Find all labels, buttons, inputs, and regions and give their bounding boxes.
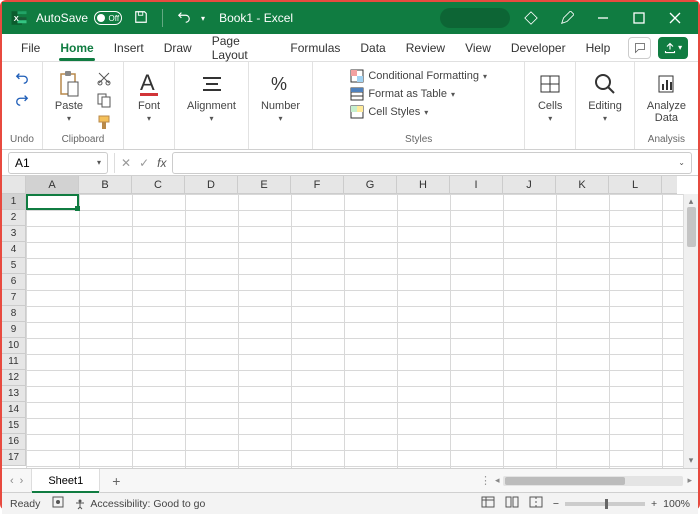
row-headers[interactable]: 1 2 3 4 5 6 7 8 9 10 11 12 13 14 15 16 1… xyxy=(2,194,26,468)
editing-group-button[interactable]: Editing▾ xyxy=(584,68,626,126)
tab-file[interactable]: File xyxy=(12,34,49,62)
title-bar: X AutoSave Off ▾ Book1 - Excel xyxy=(2,2,698,34)
copy-button[interactable] xyxy=(93,90,115,110)
group-clipboard-label: Clipboard xyxy=(62,134,105,148)
autosave-toggle[interactable]: AutoSave Off xyxy=(36,11,122,25)
cut-button[interactable] xyxy=(93,68,115,88)
zoom-in-icon[interactable]: + xyxy=(651,498,657,510)
vertical-scrollbar[interactable]: ▴▾ xyxy=(683,194,698,468)
zoom-out-icon[interactable]: − xyxy=(553,498,559,510)
svg-text:A: A xyxy=(140,70,155,95)
undo-qat-button[interactable] xyxy=(177,10,191,27)
sheet-tab-bar: ‹ › Sheet1 + ⋮◂▸ xyxy=(2,468,698,492)
svg-text:%: % xyxy=(271,74,287,94)
macro-record-icon[interactable] xyxy=(52,496,64,511)
autosave-label: AutoSave xyxy=(36,11,88,25)
alignment-group-button[interactable]: Alignment▾ xyxy=(183,68,240,126)
tab-developer[interactable]: Developer xyxy=(502,34,575,62)
sheet-next-icon[interactable]: › xyxy=(20,475,24,487)
cell-grid[interactable] xyxy=(26,194,683,468)
zoom-level[interactable]: 100% xyxy=(663,498,690,510)
horizontal-scrollbar[interactable]: ⋮◂▸ xyxy=(132,474,698,487)
paste-button[interactable]: Paste▾ xyxy=(51,68,87,126)
close-button[interactable] xyxy=(660,2,690,34)
diamond-icon[interactable] xyxy=(516,2,546,34)
group-undo-label: Undo xyxy=(10,134,34,148)
ribbon: Undo Paste▾ Clipboard A Font▾ xyxy=(2,62,698,150)
cells-group-button[interactable]: Cells▾ xyxy=(533,68,567,126)
group-styles-label: Styles xyxy=(405,134,432,148)
zoom-controls[interactable]: − + 100% xyxy=(553,498,690,510)
tab-data[interactable]: Data xyxy=(351,34,394,62)
column-headers[interactable]: A B C D E F G H I J K L xyxy=(26,176,662,194)
maximize-button[interactable] xyxy=(624,2,654,34)
accessibility-status[interactable]: Accessibility: Good to go xyxy=(74,498,205,510)
tab-insert[interactable]: Insert xyxy=(105,34,153,62)
svg-text:X: X xyxy=(14,14,19,23)
redo-button[interactable] xyxy=(11,90,33,110)
new-sheet-button[interactable]: + xyxy=(100,473,132,489)
cell-styles-button[interactable]: Cell Styles ▾ xyxy=(348,104,489,120)
format-as-table-button[interactable]: Format as Table ▾ xyxy=(348,86,489,102)
pen-icon[interactable] xyxy=(552,2,582,34)
tab-formulas[interactable]: Formulas xyxy=(281,34,349,62)
select-all-corner[interactable] xyxy=(2,176,26,194)
minimize-button[interactable] xyxy=(588,2,618,34)
conditional-formatting-button[interactable]: Conditional Formatting ▾ xyxy=(348,68,489,84)
comments-button[interactable] xyxy=(628,37,651,59)
sheet-prev-icon[interactable]: ‹ xyxy=(10,475,14,487)
group-analysis-label: Analysis xyxy=(648,134,685,148)
font-group-button[interactable]: A Font▾ xyxy=(132,68,166,126)
sheet-tab[interactable]: Sheet1 xyxy=(31,469,100,493)
tab-home[interactable]: Home xyxy=(51,34,102,62)
fx-icon[interactable]: fx xyxy=(157,156,166,170)
save-button[interactable] xyxy=(134,10,148,27)
name-box[interactable]: A1▾ xyxy=(8,152,108,174)
document-title: Book1 - Excel xyxy=(219,11,440,25)
ribbon-tabs: File Home Insert Draw Page Layout Formul… xyxy=(2,34,698,62)
number-group-button[interactable]: % Number▾ xyxy=(257,68,304,126)
page-break-view-icon[interactable] xyxy=(529,496,543,511)
page-layout-view-icon[interactable] xyxy=(505,496,519,511)
status-bar: Ready Accessibility: Good to go − + 100% xyxy=(2,492,698,514)
tab-draw[interactable]: Draw xyxy=(155,34,201,62)
formula-bar[interactable]: ⌄ xyxy=(172,152,692,174)
undo-button[interactable] xyxy=(11,68,33,88)
tab-view[interactable]: View xyxy=(456,34,500,62)
zoom-slider[interactable] xyxy=(565,502,645,506)
enter-formula-icon[interactable]: ✓ xyxy=(139,156,149,170)
normal-view-icon[interactable] xyxy=(481,496,495,511)
cancel-formula-icon[interactable]: ✕ xyxy=(121,156,131,170)
tab-page-layout[interactable]: Page Layout xyxy=(203,34,280,62)
tab-help[interactable]: Help xyxy=(577,34,620,62)
analyze-data-button[interactable]: AnalyzeData xyxy=(643,68,690,126)
status-ready: Ready xyxy=(10,498,40,510)
share-button[interactable]: ▾ xyxy=(658,37,688,59)
formula-bar-row: A1▾ ✕ ✓ fx ⌄ xyxy=(2,150,698,176)
account-area[interactable] xyxy=(440,8,510,28)
active-cell[interactable] xyxy=(26,194,79,210)
format-painter-button[interactable] xyxy=(93,112,115,132)
tab-review[interactable]: Review xyxy=(397,34,454,62)
excel-icon: X xyxy=(10,9,28,27)
